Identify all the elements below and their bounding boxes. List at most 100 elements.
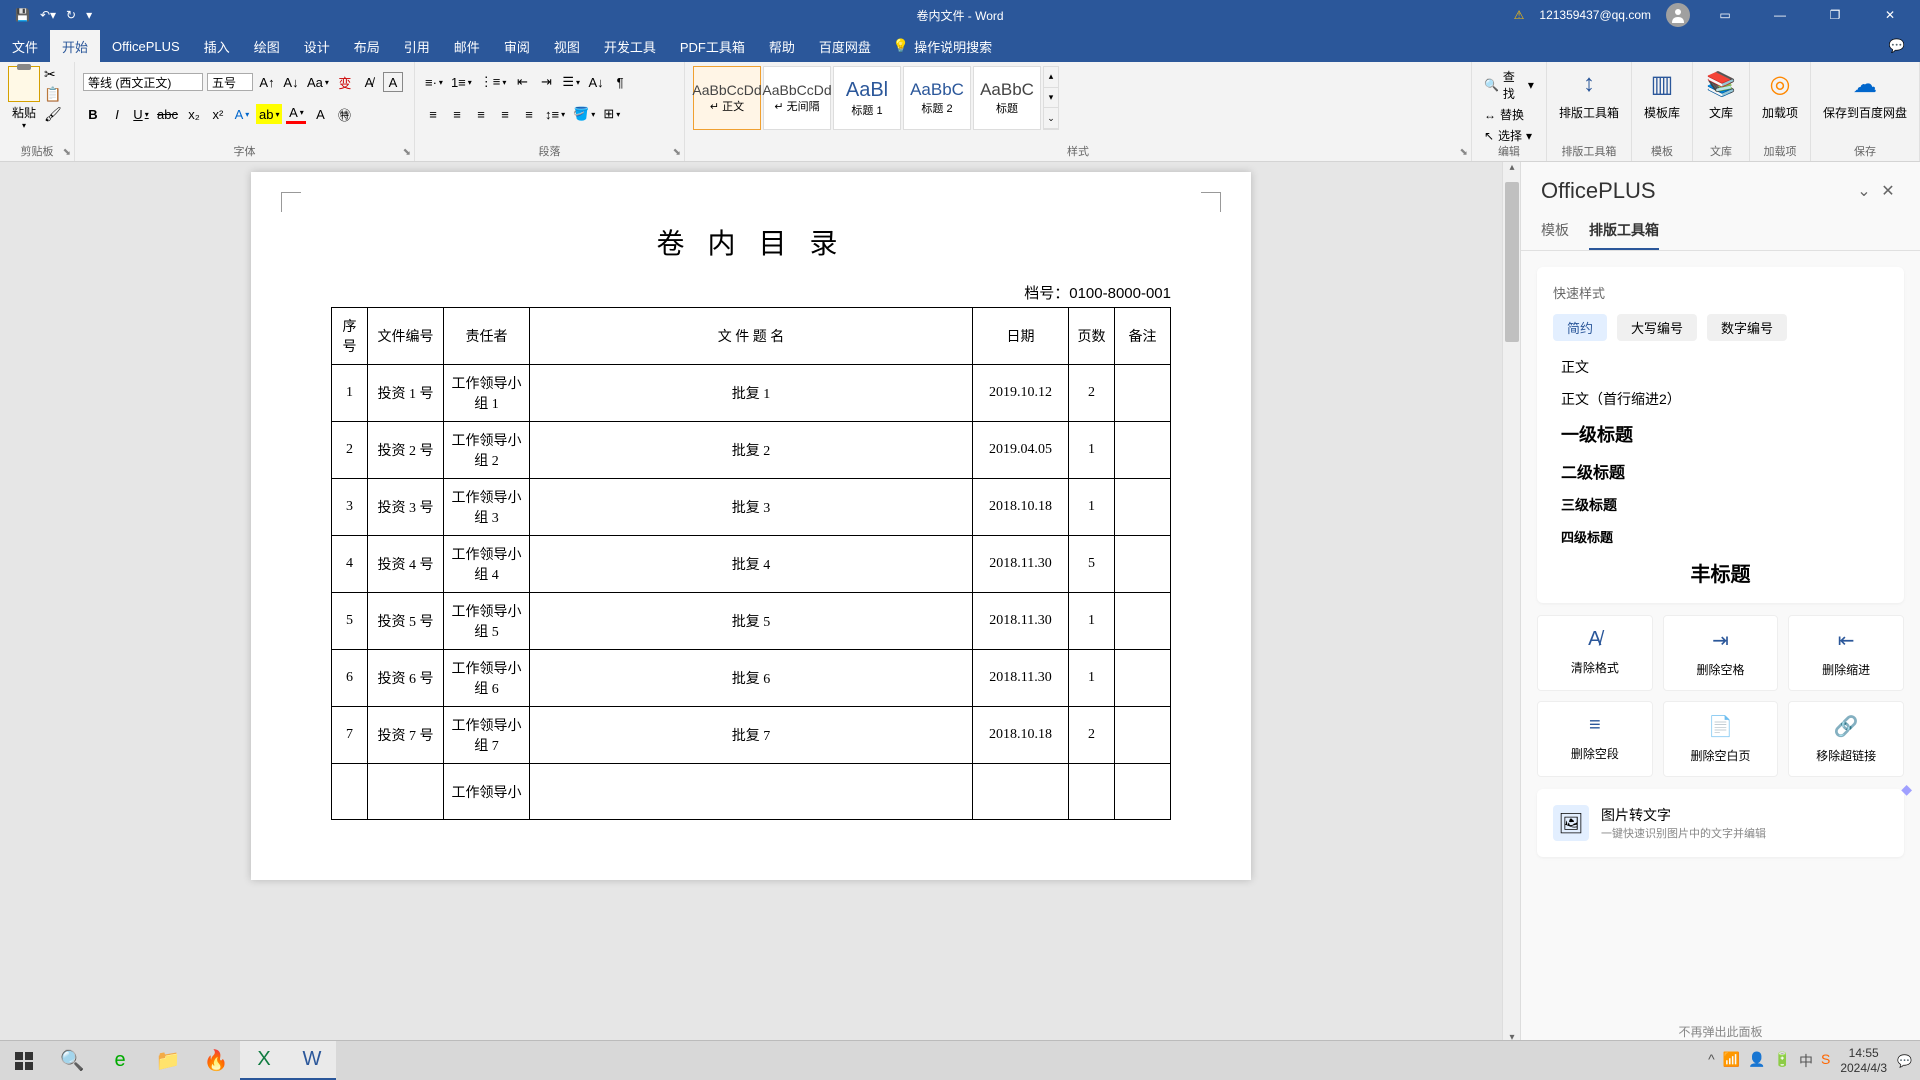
- word-icon[interactable]: W: [288, 1041, 336, 1080]
- find-button[interactable]: 🔍查找▾: [1480, 66, 1538, 104]
- decrease-indent-icon[interactable]: ⇤: [512, 72, 532, 92]
- style-heading1[interactable]: AaBl标题 1: [833, 66, 901, 130]
- menu-draw[interactable]: 绘图: [242, 30, 292, 62]
- warning-icon[interactable]: ⚠: [1514, 8, 1525, 22]
- tray-sogou-icon[interactable]: S: [1821, 1051, 1830, 1071]
- scroll-thumb[interactable]: [1505, 182, 1519, 342]
- menu-officeplus[interactable]: OfficePLUS: [100, 30, 192, 62]
- tool-remove-indent[interactable]: ⇤删除缩进: [1788, 615, 1904, 691]
- panel-dropdown-icon[interactable]: ⌄: [1852, 181, 1876, 201]
- page[interactable]: 卷 内 目 录 档号：0100-8000-001 序号 文件编号 责任者 文 件…: [251, 172, 1251, 880]
- tool-remove-empty-para[interactable]: ≡删除空段: [1537, 701, 1653, 777]
- panel-close-icon[interactable]: ✕: [1876, 181, 1900, 201]
- bold-icon[interactable]: B: [83, 104, 103, 124]
- clipboard-launcher-icon[interactable]: ⬊: [63, 147, 71, 158]
- grow-font-icon[interactable]: A↑: [257, 72, 277, 92]
- style-title[interactable]: AaBbC标题: [973, 66, 1041, 130]
- menu-references[interactable]: 引用: [392, 30, 442, 62]
- menu-home[interactable]: 开始: [50, 30, 100, 62]
- vertical-scrollbar[interactable]: ▴ ▾: [1502, 162, 1520, 1050]
- doc-table[interactable]: 序号 文件编号 责任者 文 件 题 名 日期 页数 备注 1投资 1 号工作领导…: [331, 307, 1171, 820]
- font-name-combo[interactable]: [83, 73, 203, 91]
- search-button[interactable]: 🔍: [48, 1041, 96, 1080]
- tray-battery-icon[interactable]: 🔋: [1774, 1051, 1791, 1071]
- styles-launcher-icon[interactable]: ⬊: [1460, 147, 1468, 158]
- underline-icon[interactable]: U: [131, 104, 151, 124]
- table-row[interactable]: 2投资 2 号工作领导小组 2批复 22019.04.051: [332, 422, 1171, 479]
- highlight-icon[interactable]: ab: [256, 104, 282, 124]
- document-scroll[interactable]: 卷 内 目 录 档号：0100-8000-001 序号 文件编号 责任者 文 件…: [0, 162, 1502, 1050]
- shading-icon[interactable]: 🪣: [571, 104, 597, 124]
- explorer-icon[interactable]: 📁: [144, 1041, 192, 1080]
- table-row[interactable]: 4投资 4 号工作领导小组 4批复 42018.11.305: [332, 536, 1171, 593]
- tool-remove-spaces[interactable]: ⇥删除空格: [1663, 615, 1779, 691]
- menu-file[interactable]: 文件: [0, 30, 50, 62]
- taskbar-clock[interactable]: 14:55 2024/4/3: [1840, 1046, 1887, 1075]
- minimize-icon[interactable]: ―: [1760, 0, 1800, 30]
- user-email[interactable]: 121359437@qq.com: [1539, 8, 1651, 22]
- sort-icon[interactable]: A↓: [586, 72, 606, 92]
- justify-icon[interactable]: ≡: [495, 104, 515, 124]
- menu-developer[interactable]: 开发工具: [592, 30, 668, 62]
- maximize-icon[interactable]: ❐: [1815, 0, 1855, 30]
- font-color-icon[interactable]: A: [286, 104, 306, 124]
- strike-icon[interactable]: abc: [155, 104, 180, 124]
- avatar[interactable]: [1666, 3, 1690, 27]
- enclose-icon[interactable]: ㊕: [334, 104, 354, 124]
- addon-button[interactable]: ◎加载项: [1762, 68, 1798, 121]
- distribute-icon[interactable]: ≡: [519, 104, 539, 124]
- table-row[interactable]: 5投资 5 号工作领导小组 5批复 52018.11.301: [332, 593, 1171, 650]
- pill-number[interactable]: 数字编号: [1707, 314, 1787, 341]
- panel-tab-tools[interactable]: 排版工具箱: [1589, 212, 1659, 250]
- phonetic-icon[interactable]: 变: [335, 72, 355, 92]
- scroll-up-icon[interactable]: ▴: [1503, 162, 1521, 180]
- library-button[interactable]: 📚文库: [1705, 68, 1737, 121]
- style-level2[interactable]: 二级标题: [1561, 459, 1888, 483]
- align-right-icon[interactable]: ≡: [471, 104, 491, 124]
- borders-icon[interactable]: ⊞: [601, 104, 622, 124]
- excel-icon[interactable]: X: [240, 1041, 288, 1080]
- font-launcher-icon[interactable]: ⬊: [403, 147, 411, 158]
- notifications-icon[interactable]: 💬: [1897, 1054, 1912, 1068]
- cut-icon[interactable]: ✂: [44, 66, 60, 82]
- char-shade-icon[interactable]: A: [310, 104, 330, 124]
- style-normal[interactable]: AaBbCcDd↵ 正文: [693, 66, 761, 130]
- menu-review[interactable]: 审阅: [492, 30, 542, 62]
- align-left-icon[interactable]: ≡: [423, 104, 443, 124]
- replace-button[interactable]: ↔替换: [1480, 104, 1538, 125]
- font-size-combo[interactable]: [207, 73, 253, 91]
- menu-baidu[interactable]: 百度网盘: [807, 30, 883, 62]
- style-level1[interactable]: 一级标题: [1561, 421, 1888, 447]
- subscript-icon[interactable]: x₂: [184, 104, 204, 124]
- save-icon[interactable]: 💾: [15, 8, 30, 22]
- para-launcher-icon[interactable]: ⬊: [673, 147, 681, 158]
- format-painter-icon[interactable]: 🖌: [44, 106, 60, 122]
- menu-pdftools[interactable]: PDF工具箱: [668, 30, 757, 62]
- table-row[interactable]: 工作领导小: [332, 764, 1171, 820]
- tray-ime-icon[interactable]: 中: [1799, 1051, 1813, 1071]
- copy-icon[interactable]: 📋: [44, 86, 60, 102]
- pill-upper[interactable]: 大写编号: [1617, 314, 1697, 341]
- paint-icon[interactable]: 🔥: [192, 1041, 240, 1080]
- qat-more-icon[interactable]: ▾: [86, 8, 92, 22]
- change-case-icon[interactable]: Aa: [305, 72, 331, 92]
- table-row[interactable]: 6投资 6 号工作领导小组 6批复 62018.11.301: [332, 650, 1171, 707]
- paste-button[interactable]: 粘贴 ▾: [8, 66, 40, 134]
- text-effects-icon[interactable]: A: [232, 104, 252, 124]
- tell-me[interactable]: 💡操作说明搜索: [893, 37, 992, 56]
- superscript-icon[interactable]: x²: [208, 104, 228, 124]
- tool-remove-blank-page[interactable]: 📄删除空白页: [1663, 701, 1779, 777]
- tool-remove-links[interactable]: 🔗移除超链接: [1788, 701, 1904, 777]
- tray-wifi-icon[interactable]: 📶: [1723, 1051, 1740, 1071]
- img2txt-card[interactable]: ◆ 🖼 图片转文字 一键快速识别图片中的文字并编辑: [1537, 789, 1904, 857]
- close-icon[interactable]: ✕: [1870, 0, 1910, 30]
- pill-simple[interactable]: 简约: [1553, 314, 1607, 341]
- shrink-font-icon[interactable]: A↓: [281, 72, 301, 92]
- ribbon-display-icon[interactable]: ▭: [1705, 0, 1745, 30]
- style-heading2[interactable]: AaBbC标题 2: [903, 66, 971, 130]
- redo-icon[interactable]: ↻: [66, 8, 76, 22]
- increase-indent-icon[interactable]: ⇥: [536, 72, 556, 92]
- baidu-button[interactable]: ☁保存到百度网盘: [1823, 68, 1907, 121]
- undo-icon[interactable]: ↶▾: [40, 8, 56, 22]
- tray-chevron-icon[interactable]: ^: [1708, 1051, 1715, 1071]
